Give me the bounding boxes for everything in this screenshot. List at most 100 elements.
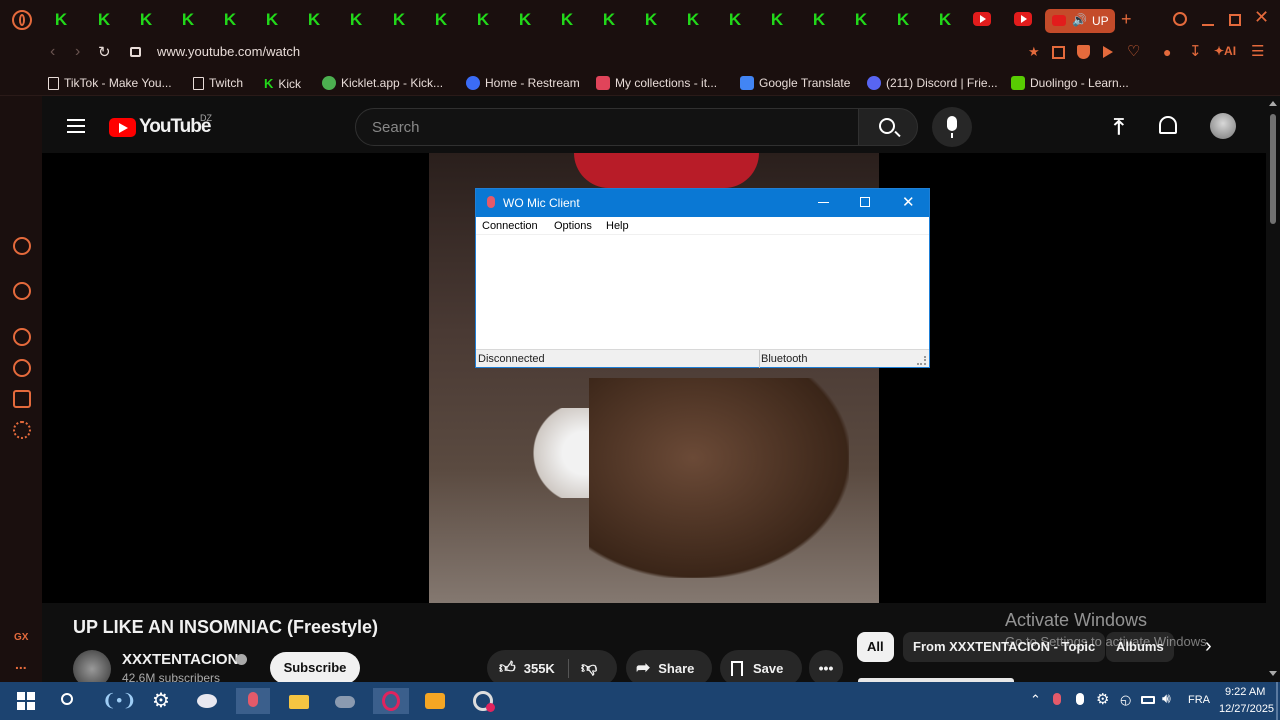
subscribe-button[interactable]: Subscribe [270, 652, 360, 684]
show-desktop-button[interactable] [1276, 682, 1278, 720]
ai-icon[interactable]: ✦AI [1214, 44, 1236, 58]
youtube-logo[interactable]: YouTube [109, 116, 211, 138]
chip-all[interactable]: All [857, 632, 894, 662]
file-explorer-icon[interactable] [286, 688, 312, 714]
bookmark-collections[interactable]: My collections - it... [596, 76, 717, 90]
more-actions-button[interactable]: ••• [809, 650, 843, 686]
wo-mic-title-bar[interactable]: WO Mic Client ✕ [476, 189, 929, 217]
voice-search-button[interactable] [932, 107, 972, 147]
pin-icon[interactable]: ★ [1028, 44, 1040, 60]
forward-icon[interactable]: › [75, 43, 80, 61]
url-text[interactable]: www.youtube.com/watch [157, 44, 300, 59]
kick-tab-icon[interactable]: K [305, 11, 323, 29]
speaker-icon[interactable]: 🔊 [1072, 13, 1087, 27]
extensions-icon[interactable] [13, 390, 31, 408]
mic-tray-icon[interactable] [1053, 693, 1061, 705]
hamburger-menu-icon[interactable] [67, 119, 85, 133]
kick-tab-icon[interactable]: K [642, 11, 660, 29]
volume-icon[interactable]: 🔊︎ [1162, 690, 1171, 707]
save-button[interactable]: Save [720, 650, 802, 686]
wo-mic-taskbar-icon[interactable] [236, 688, 270, 714]
kick-tab-icon[interactable]: K [474, 11, 492, 29]
snapshot-icon[interactable] [1052, 46, 1065, 59]
clock-date[interactable]: 12/27/2025 [1219, 703, 1274, 715]
controller-app-icon[interactable] [332, 688, 358, 714]
kick-tab-icon[interactable]: K [179, 11, 197, 29]
kick-tab-icon[interactable]: K [432, 11, 450, 29]
hotspot-icon[interactable]: ❨•❩ [102, 688, 136, 714]
bookmark-restream[interactable]: Home - Restream [466, 76, 580, 90]
chatgpt-icon[interactable] [13, 282, 31, 300]
kick-tab-icon[interactable]: K [936, 11, 954, 29]
scroll-down-icon[interactable] [1269, 671, 1277, 676]
gx-label[interactable]: GX [14, 632, 28, 643]
menu-options[interactable]: Options [554, 220, 592, 232]
profile-icon[interactable]: ● [1163, 44, 1171, 60]
avatar[interactable] [1210, 113, 1236, 139]
back-icon[interactable]: ‹ [50, 43, 55, 61]
minimize-icon[interactable] [1202, 24, 1214, 26]
history-icon[interactable] [13, 359, 31, 377]
taskbar-search-icon[interactable] [56, 688, 82, 714]
media-player-icon[interactable] [422, 688, 448, 714]
new-tab-icon[interactable]: + [1121, 9, 1132, 30]
kick-tab-icon[interactable]: K [95, 11, 113, 29]
show-hidden-icons-icon[interactable]: ⌃ [1030, 692, 1041, 708]
settings-gear-icon[interactable]: ⚙ [148, 688, 174, 714]
kick-tab-icon[interactable]: K [558, 11, 576, 29]
menu-icon[interactable]: ☰ [1251, 42, 1264, 60]
dislike-button[interactable]: 👎︎ [569, 659, 597, 678]
kick-tab-icon[interactable]: K [390, 11, 408, 29]
heart-icon[interactable]: ♡ [1127, 42, 1140, 60]
bookmark-discord[interactable]: (211) Discord | Frie... [867, 76, 998, 90]
bookmark-kick[interactable]: K Kick [264, 76, 301, 91]
channel-name[interactable]: XXXTENTACION [122, 651, 238, 668]
kick-tab-icon[interactable]: K [684, 11, 702, 29]
scrollbar-thumb[interactable] [1270, 114, 1276, 224]
kick-tab-icon[interactable]: K [768, 11, 786, 29]
play-icon[interactable] [1103, 46, 1113, 58]
bookmark-twitch[interactable]: Twitch [193, 76, 243, 90]
search-button[interactable] [858, 108, 918, 146]
bookmark-tiktok[interactable]: TikTok - Make You... [48, 76, 172, 90]
scroll-up-icon[interactable] [1269, 101, 1277, 106]
notifications-bell-icon[interactable] [1159, 116, 1177, 134]
active-youtube-tab[interactable]: 🔊 UP [1045, 9, 1115, 33]
search-input[interactable]: Search [355, 108, 860, 146]
close-window-icon[interactable]: ✕ [1254, 7, 1269, 28]
chrome-app-icon[interactable] [470, 688, 496, 714]
resize-grip-icon[interactable] [917, 356, 926, 365]
menu-connection[interactable]: Connection [482, 220, 538, 232]
battery-icon[interactable] [1141, 696, 1155, 704]
reload-icon[interactable]: ↻ [98, 43, 111, 61]
share-button[interactable]: ➦ Share [626, 650, 712, 686]
kick-tab-icon[interactable]: K [852, 11, 870, 29]
kick-tab-icon[interactable]: K [263, 11, 281, 29]
kick-tab-icon[interactable]: K [137, 11, 155, 29]
microphone-tray-icon[interactable] [1076, 693, 1084, 705]
speed-dial-icon[interactable] [13, 237, 31, 255]
app-icon[interactable] [194, 688, 220, 714]
youtube-tab-icon[interactable] [973, 12, 991, 26]
kick-tab-icon[interactable]: K [726, 11, 744, 29]
shield-icon[interactable] [1077, 45, 1090, 59]
wo-close-button[interactable]: ✕ [902, 193, 915, 211]
wifi-icon[interactable]: ◵ [1120, 692, 1131, 708]
download-icon[interactable]: ↧ [1189, 42, 1202, 60]
bookmark-duolingo[interactable]: Duolingo - Learn... [1011, 76, 1129, 90]
kick-tab-icon[interactable]: K [600, 11, 618, 29]
more-icon[interactable]: ... [15, 656, 27, 672]
opera-gx-logo-icon[interactable] [12, 10, 32, 30]
settings-icon[interactable] [13, 421, 31, 439]
opera-gx-taskbar-icon[interactable] [373, 688, 409, 714]
player-icon[interactable] [13, 328, 31, 346]
kick-tab-icon[interactable]: K [347, 11, 365, 29]
brightness-icon[interactable]: ⚙ [1096, 690, 1109, 708]
menu-help[interactable]: Help [606, 220, 629, 232]
kick-tab-icon[interactable]: K [516, 11, 534, 29]
search-tabs-icon[interactable] [1173, 12, 1187, 26]
wo-maximize-button[interactable] [860, 197, 870, 207]
youtube-tab-icon[interactable] [1014, 12, 1032, 26]
bookmark-google-translate[interactable]: Google Translate [740, 76, 850, 90]
maximize-icon[interactable] [1229, 14, 1241, 26]
